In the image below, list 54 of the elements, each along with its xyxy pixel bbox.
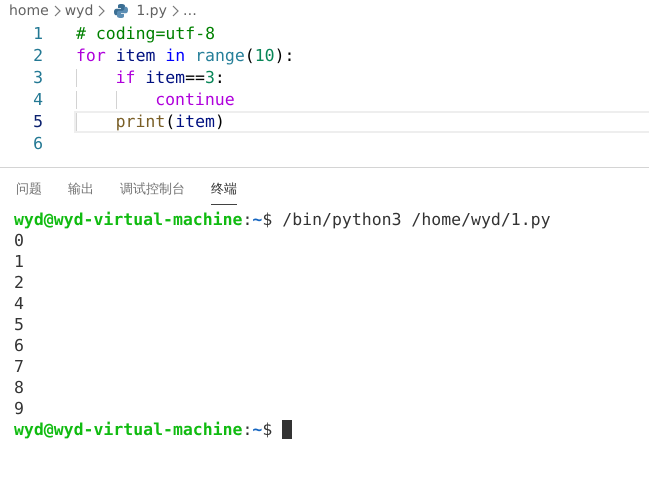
code-token: == (185, 69, 205, 87)
panel-tab[interactable]: 终端 (211, 175, 237, 205)
breadcrumb-item[interactable]: home (9, 3, 49, 19)
breadcrumb-more[interactable]: … (182, 3, 197, 19)
chevron-icon (52, 5, 61, 17)
terminal-output: 4 (14, 293, 24, 314)
prompt-path: ~ (252, 419, 262, 440)
code-token: print (116, 113, 166, 131)
line-number: 5 (32, 111, 43, 133)
code-token: item (175, 113, 215, 131)
terminal-output: 6 (14, 335, 24, 356)
terminal-output: 8 (14, 377, 24, 398)
code-token: item (145, 69, 186, 87)
chevron-icon (97, 5, 106, 17)
breadcrumb-item[interactable]: 1.py (136, 3, 167, 19)
chevron-icon (170, 5, 179, 17)
prompt-separator: : (242, 209, 252, 230)
code-token: 10 (254, 47, 275, 65)
code-token: in (165, 47, 186, 65)
terminal-output: 0 (14, 230, 24, 251)
code-token: ( (165, 113, 176, 131)
line-number: 1 (32, 23, 43, 45)
code-token: ) (214, 113, 225, 131)
terminal-output: 7 (14, 356, 24, 377)
terminal-output: 2 (14, 272, 24, 293)
terminal-output: 5 (14, 314, 24, 335)
code-token: if (116, 69, 136, 87)
line-number: 3 (32, 67, 43, 89)
terminal-command: /bin/python3 /home/wyd/1.py (282, 209, 551, 230)
terminal-output: 9 (14, 398, 24, 419)
python-file-icon (113, 3, 130, 19)
prompt-path: ~ (252, 209, 262, 230)
prompt-user: wyd@wyd-virtual-machine (14, 209, 242, 230)
line-number: 4 (32, 89, 43, 111)
line-number: 6 (32, 133, 43, 155)
code-token: ): (274, 47, 294, 65)
panel-tab[interactable]: 问题 (16, 175, 42, 205)
prompt-symbol: $ (262, 419, 272, 440)
code-token: range (195, 47, 245, 65)
terminal-output: 1 (14, 251, 24, 272)
prompt-separator: : (242, 419, 252, 440)
panel-tab[interactable]: 输出 (68, 175, 94, 205)
prompt-symbol: $ (262, 209, 272, 230)
prompt-user: wyd@wyd-virtual-machine (14, 419, 242, 440)
code-token: : (214, 69, 225, 87)
line-number: 2 (32, 45, 43, 67)
code-token: # coding=utf-8 (76, 25, 216, 43)
breadcrumb-item[interactable]: wyd (64, 3, 94, 19)
code-token: for (76, 47, 106, 65)
code-token: 3 (204, 69, 215, 87)
panel-tab[interactable]: 调试控制台 (120, 175, 185, 205)
code-token: continue (155, 91, 235, 109)
code-token: item (116, 47, 156, 65)
code-token: ( (244, 47, 255, 65)
